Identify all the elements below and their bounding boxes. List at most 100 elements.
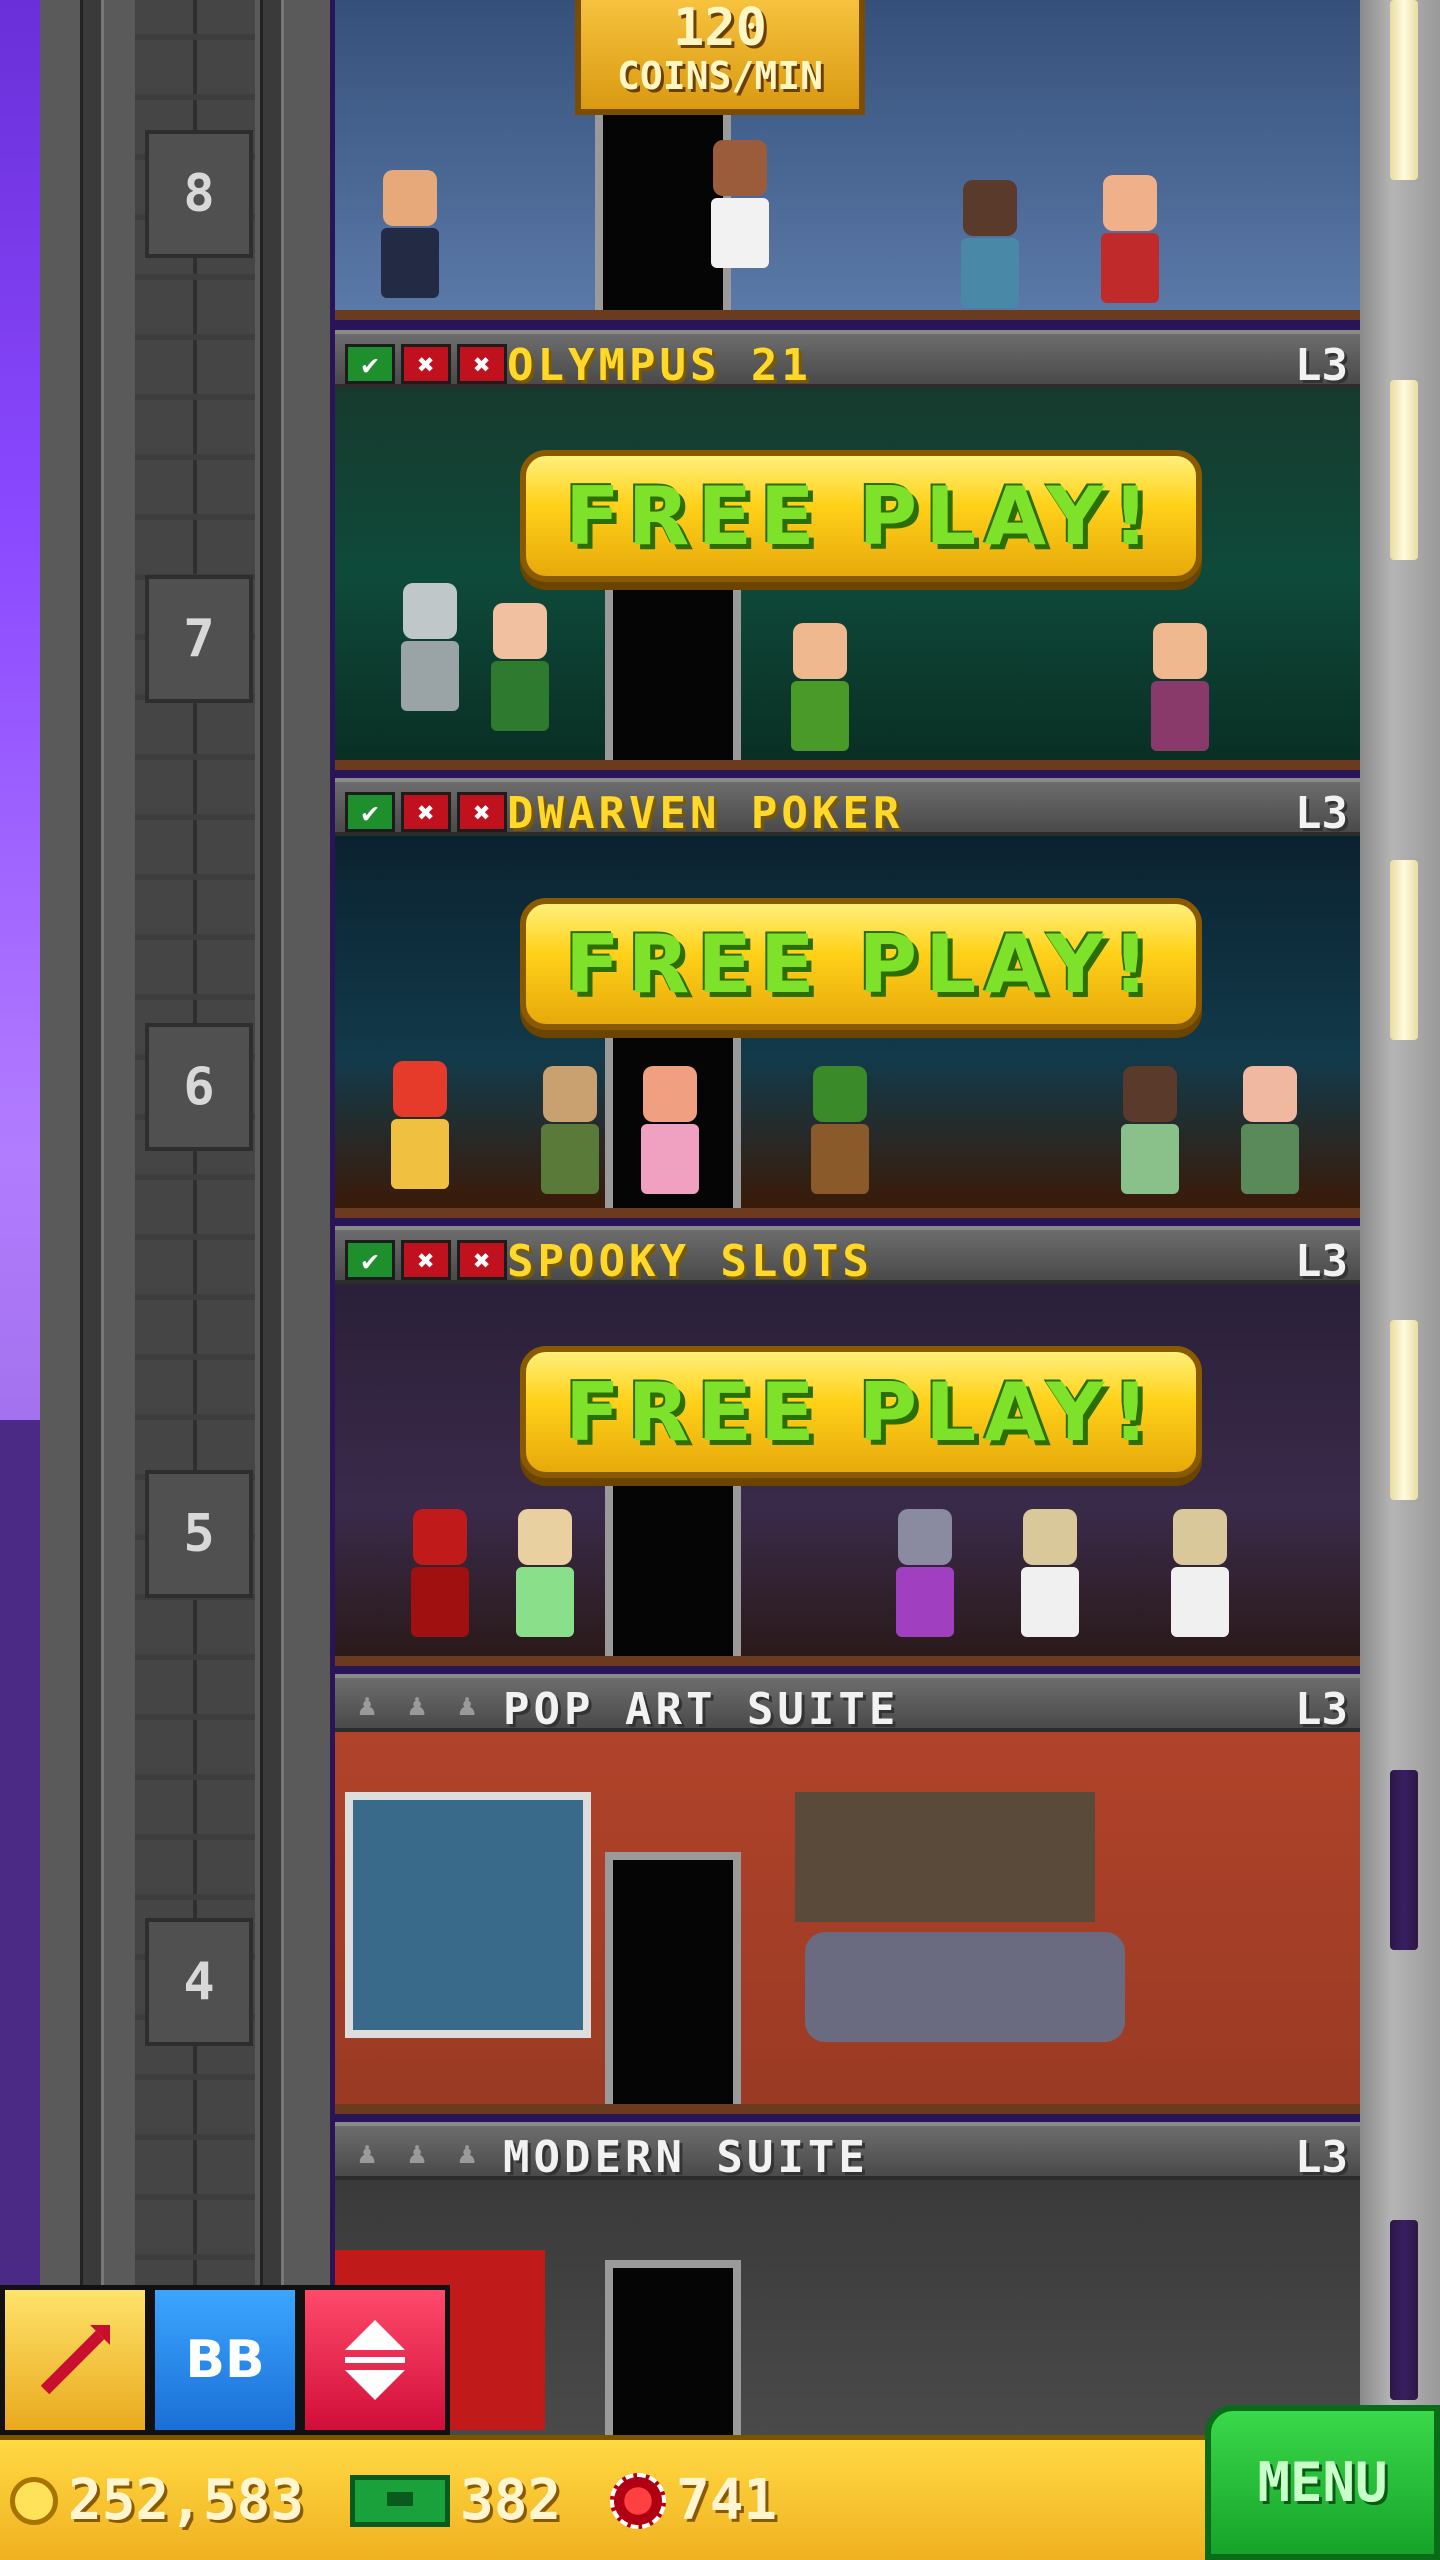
coins-per-min-value: 120: [673, 0, 767, 58]
pop-art-painting: [345, 1792, 591, 2038]
elevator-button[interactable]: [300, 2285, 450, 2435]
occupancy-indicators: ♟ ♟ ♟: [345, 2135, 489, 2171]
free-play-button-olympus-21[interactable]: FREE PLAY!: [520, 450, 1202, 582]
stock-check-icon: ✔: [345, 1240, 395, 1280]
floor-number-5: 5: [145, 1470, 253, 1598]
floor-header-spooky-slots[interactable]: ✔ ✖ ✖ SPOOKY SLOTS L3: [335, 1226, 1360, 1287]
floor-modern-suite[interactable]: [335, 2180, 1360, 2450]
shaft-rail-left: [80, 0, 104, 2560]
bitbook-button[interactable]: BB: [150, 2285, 300, 2435]
person-chef[interactable]: [705, 140, 775, 290]
floor-number-6: 6: [145, 1023, 253, 1151]
person-silhouette-icon: ♟: [357, 1687, 377, 1723]
person-guest[interactable]: [635, 1066, 705, 1208]
chip-icon: [610, 2472, 666, 2529]
coin-icon: [10, 2476, 58, 2525]
person-dwarf[interactable]: [805, 1066, 875, 1208]
stock-cross-icon: ✖: [457, 1240, 507, 1280]
person-bellhop[interactable]: [405, 1509, 475, 1656]
chips-display[interactable]: 741: [610, 2468, 777, 2533]
rocket-button[interactable]: [0, 2285, 150, 2435]
person-guest[interactable]: [535, 1066, 605, 1208]
free-play-label: FREE PLAY!: [565, 1365, 1157, 1459]
elevator-icon: [345, 2320, 405, 2400]
bux-value: 382: [460, 2468, 562, 2533]
person-zombie[interactable]: [890, 1509, 960, 1656]
floor-level: L3: [1295, 1684, 1348, 1735]
floor-level: L3: [1295, 340, 1348, 391]
window: [1390, 1320, 1418, 1500]
coins-display[interactable]: 252,583: [10, 2468, 304, 2533]
stock-indicators: ✔ ✖ ✖: [345, 792, 507, 832]
floor-name: DWARVEN POKER: [507, 788, 904, 839]
person-diner[interactable]: [955, 180, 1025, 310]
free-play-label: FREE PLAY!: [565, 469, 1157, 563]
coins-per-min-sign[interactable]: 120 COINS/MIN: [575, 0, 865, 115]
person-guest[interactable]: [510, 1509, 580, 1656]
bux-display[interactable]: 382: [350, 2468, 561, 2533]
stock-indicators: ✔ ✖ ✖: [345, 344, 507, 384]
free-play-button-spooky-slots[interactable]: FREE PLAY!: [520, 1346, 1202, 1478]
floor-level: L3: [1295, 788, 1348, 839]
window: [1390, 1770, 1418, 1950]
person-gnome[interactable]: [385, 1061, 455, 1208]
floor-door: [605, 1852, 741, 2104]
person-guest[interactable]: [1235, 1066, 1305, 1208]
floor-name: MODERN SUITE: [503, 2132, 869, 2183]
person-silhouette-icon: ♟: [407, 1687, 427, 1723]
bux-icon: [350, 2474, 450, 2527]
person-silhouette-icon: ♟: [457, 1687, 477, 1723]
stock-check-icon: ✔: [345, 344, 395, 384]
stock-indicators: ✔ ✖ ✖: [345, 1240, 507, 1280]
person-diner[interactable]: [1095, 175, 1165, 310]
floor-pop-art-suite[interactable]: [335, 1732, 1360, 2114]
stock-cross-icon: ✖: [401, 792, 451, 832]
floor-header-pop-art-suite[interactable]: ♟ ♟ ♟ POP ART SUITE L3: [335, 1674, 1360, 1735]
person-guest[interactable]: [1145, 623, 1215, 760]
floor-name: OLYMPUS 21: [507, 340, 812, 391]
coins-per-min-label: COINS/MIN: [617, 54, 823, 98]
stock-cross-icon: ✖: [401, 344, 451, 384]
floor-number-8: 8: [145, 130, 253, 258]
person-silhouette-icon: ♟: [357, 2135, 377, 2171]
floor-level: L3: [1295, 2132, 1348, 2183]
free-play-button-dwarven-poker[interactable]: FREE PLAY!: [520, 898, 1202, 1030]
floor-level: L3: [1295, 1236, 1348, 1287]
floor-door: [605, 2260, 741, 2440]
window: [1390, 0, 1418, 180]
window: [1390, 2220, 1418, 2400]
floor-header-modern-suite[interactable]: ♟ ♟ ♟ MODERN SUITE L3: [335, 2122, 1360, 2183]
person-skeleton[interactable]: [1165, 1509, 1235, 1656]
floor-name: POP ART SUITE: [503, 1684, 900, 1735]
occupancy-indicators: ♟ ♟ ♟: [345, 1687, 489, 1723]
person-guest[interactable]: [785, 623, 855, 760]
chips-value: 741: [676, 2468, 778, 2533]
sofa: [805, 1932, 1125, 2042]
menu-button[interactable]: MENU: [1205, 2405, 1440, 2560]
rocket-icon: [40, 2325, 110, 2395]
window: [1390, 380, 1418, 560]
coins-value: 252,583: [68, 2468, 305, 2533]
shaft-rail-right: [260, 0, 284, 2560]
stock-check-icon: ✔: [345, 792, 395, 832]
wall-shelf: [795, 1792, 1095, 1922]
person-silhouette-icon: ♟: [407, 2135, 427, 2171]
person-guest[interactable]: [1115, 1066, 1185, 1208]
floor-header-dwarven-poker[interactable]: ✔ ✖ ✖ DWARVEN POKER L3: [335, 778, 1360, 839]
person-silhouette-icon: ♟: [457, 2135, 477, 2171]
person-waiter[interactable]: [375, 170, 445, 310]
free-play-label: FREE PLAY!: [565, 917, 1157, 1011]
person-skeleton[interactable]: [1015, 1509, 1085, 1656]
window: [1390, 860, 1418, 1040]
stock-cross-icon: ✖: [401, 1240, 451, 1280]
floor-name: SPOOKY SLOTS: [507, 1236, 873, 1287]
person-pirate[interactable]: [485, 603, 555, 753]
floor-header-olympus-21[interactable]: ✔ ✖ ✖ OLYMPUS 21 L3: [335, 330, 1360, 391]
stock-cross-icon: ✖: [457, 792, 507, 832]
floor-number-7: 7: [145, 575, 253, 703]
person-robot[interactable]: [395, 583, 465, 733]
stock-cross-icon: ✖: [457, 344, 507, 384]
floor-number-4: 4: [145, 1918, 253, 2046]
quick-toolbar: BB: [0, 2285, 450, 2435]
bitbook-label: BB: [185, 2330, 265, 2390]
